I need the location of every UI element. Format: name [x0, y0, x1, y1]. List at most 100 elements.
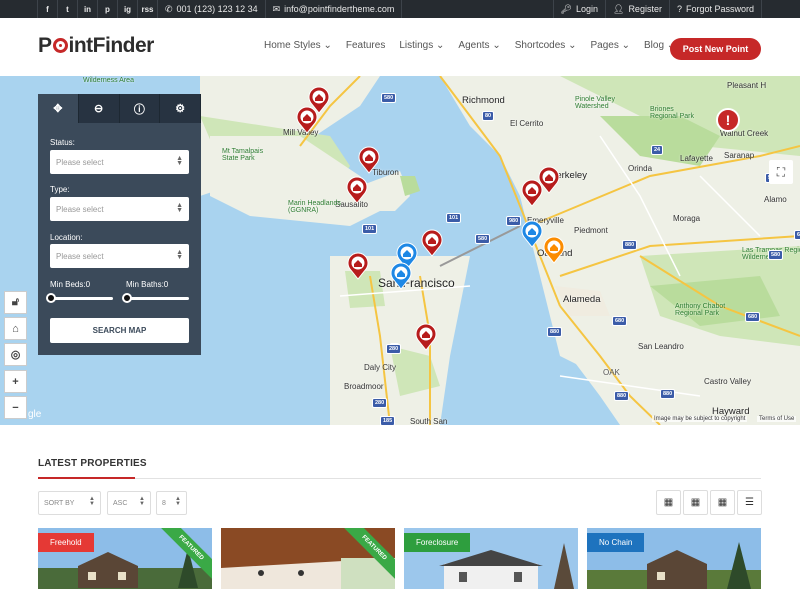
home-icon[interactable]: ⌂	[4, 317, 27, 340]
alert-marker-icon[interactable]: !	[716, 108, 740, 136]
envelope-icon: ✉	[272, 3, 281, 14]
facebook-icon[interactable]: f	[37, 0, 57, 18]
map-attribution[interactable]: Image may be subject to copyright	[652, 416, 748, 422]
property-pin-icon[interactable]	[421, 229, 443, 257]
property-pin-icon[interactable]	[415, 323, 437, 351]
register-label[interactable]: Register	[628, 4, 662, 14]
nav-listings[interactable]: Listings ⌄	[399, 40, 444, 51]
rss-icon[interactable]: rss	[137, 0, 157, 18]
sort-by-value: SORT BY	[44, 499, 75, 507]
move-icon[interactable]: ✥	[38, 94, 79, 123]
min-beds-label: Min Beds:0	[50, 280, 91, 289]
map-label: Saranap	[724, 151, 755, 160]
google-logo: gle	[28, 409, 42, 420]
register-link[interactable]: 👤︎ Register	[605, 0, 669, 18]
map-label: Alamo	[764, 195, 787, 204]
locate-icon[interactable]: ◎	[4, 343, 27, 366]
site-logo[interactable]: PintFinder	[38, 34, 154, 58]
count-select[interactable]: 8 ▲ ▼	[156, 491, 187, 515]
nav-pages[interactable]: Pages ⌄	[590, 40, 630, 51]
nav-home-styles[interactable]: Home Styles ⌄	[264, 40, 332, 51]
logo-pin-icon	[52, 38, 68, 53]
type-select[interactable]: Please select ▲ ▼	[50, 197, 189, 221]
map-terms-link[interactable]: Terms of Use	[757, 416, 797, 422]
property-card[interactable]: FEATURED	[221, 528, 395, 589]
property-card[interactable]: No Chain	[587, 528, 761, 589]
property-pin-icon[interactable]	[521, 220, 543, 248]
min-beds-slider[interactable]	[50, 297, 113, 300]
min-beds-handle[interactable]	[46, 293, 56, 303]
status-placeholder: Please select	[56, 157, 104, 167]
nav-label: Blog	[644, 40, 665, 51]
property-pin-icon[interactable]	[346, 176, 368, 204]
linkedin-icon[interactable]: in	[77, 0, 97, 18]
status-tag: No Chain	[587, 533, 645, 552]
min-baths-slider[interactable]	[126, 297, 189, 300]
highway-badge: 580	[381, 93, 397, 103]
list-view-icon[interactable]: ☰	[737, 490, 762, 515]
email-address[interactable]: info@pointfindertheme.com	[284, 4, 394, 14]
grid-3-view-icon[interactable]: ▦	[683, 490, 708, 515]
nav-features[interactable]: Features	[346, 40, 385, 51]
select-arrow-icon: ▲ ▼	[139, 496, 145, 507]
status-select[interactable]: Please select ▲ ▼	[50, 150, 189, 174]
min-baths-label: Min Baths:0	[126, 280, 169, 289]
location-placeholder: Please select	[56, 251, 104, 261]
nav-agents[interactable]: Agents ⌄	[458, 40, 500, 51]
twitter-icon[interactable]: t	[57, 0, 77, 18]
property-card[interactable]: Foreclosure	[404, 528, 578, 589]
section-divider	[38, 477, 761, 479]
property-pin-icon[interactable]	[296, 106, 318, 134]
property-pin-icon[interactable]	[358, 146, 380, 174]
map-label: Mt Tamalpais State Park	[222, 148, 264, 162]
map-label: San Leandro	[638, 342, 684, 351]
zoom-icon[interactable]: ⊖	[79, 94, 120, 123]
search-map-button[interactable]: SEARCH MAP	[50, 318, 189, 343]
property-pin-icon[interactable]	[543, 236, 565, 264]
settings-icon[interactable]: ⚙	[160, 94, 201, 123]
order-select[interactable]: ASC ▲ ▼	[107, 491, 151, 515]
phone-number: 001 (123) 123 12 34	[176, 4, 258, 14]
property-pin-icon[interactable]	[521, 179, 543, 207]
sort-by-select[interactable]: SORT BY ▲ ▼	[38, 491, 101, 515]
order-value: ASC	[113, 499, 128, 507]
map-label: El Cerrito	[510, 119, 544, 128]
instagram-icon[interactable]: ig	[117, 0, 137, 18]
lock-icon[interactable]: 🔓︎	[4, 291, 27, 314]
location-label: Location:	[50, 233, 83, 242]
min-baths-handle[interactable]	[122, 293, 132, 303]
highway-badge: 680	[745, 312, 761, 322]
map-label: Pinole Valley Watershed	[575, 96, 615, 110]
highway-badge: 580	[768, 250, 784, 260]
grid-4-view-icon[interactable]: ▦	[710, 490, 735, 515]
zoom-in-button[interactable]: +	[4, 370, 27, 393]
grid-2-view-icon[interactable]: ▦	[656, 490, 681, 515]
nav-label: Home Styles	[264, 40, 321, 51]
property-card[interactable]: Freehold FEATURED	[38, 528, 212, 589]
fullscreen-icon[interactable]: ⛶	[769, 160, 793, 184]
forgot-label[interactable]: Forgot Password	[686, 4, 754, 14]
email-contact[interactable]: ✉ info@pointfindertheme.com	[264, 0, 403, 18]
status-label: Status:	[50, 138, 75, 147]
map-label: Pleasant H	[727, 81, 767, 90]
highway-badge: 580	[475, 234, 491, 244]
highway-badge: 880	[547, 327, 563, 337]
highway-badge: 980	[506, 216, 522, 226]
pinterest-icon[interactable]: p	[97, 0, 117, 18]
map-label: Marin Headlands (GGNRA)	[288, 200, 341, 214]
login-label[interactable]: Login	[576, 4, 598, 14]
property-pin-icon[interactable]	[347, 252, 369, 280]
login-link[interactable]: 🔑︎ Login	[552, 0, 605, 18]
info-icon[interactable]: ⓘ	[120, 94, 161, 123]
social-links: f t in p ig rss	[37, 0, 157, 18]
forgot-password-link[interactable]: ? Forgot Password	[668, 0, 762, 18]
zoom-out-button[interactable]: −	[4, 396, 27, 419]
post-new-point-button[interactable]: Post New Point	[670, 38, 761, 60]
nav-label: Pages	[590, 40, 619, 51]
nav-label: Shortcodes	[514, 40, 566, 51]
property-pin-icon[interactable]	[390, 262, 412, 290]
key-icon: 🔑︎	[560, 3, 572, 14]
nav-shortcodes[interactable]: Shortcodes ⌄	[515, 40, 577, 51]
map-label: Castro Valley	[704, 377, 751, 386]
location-select[interactable]: Please select ▲ ▼	[50, 244, 189, 268]
